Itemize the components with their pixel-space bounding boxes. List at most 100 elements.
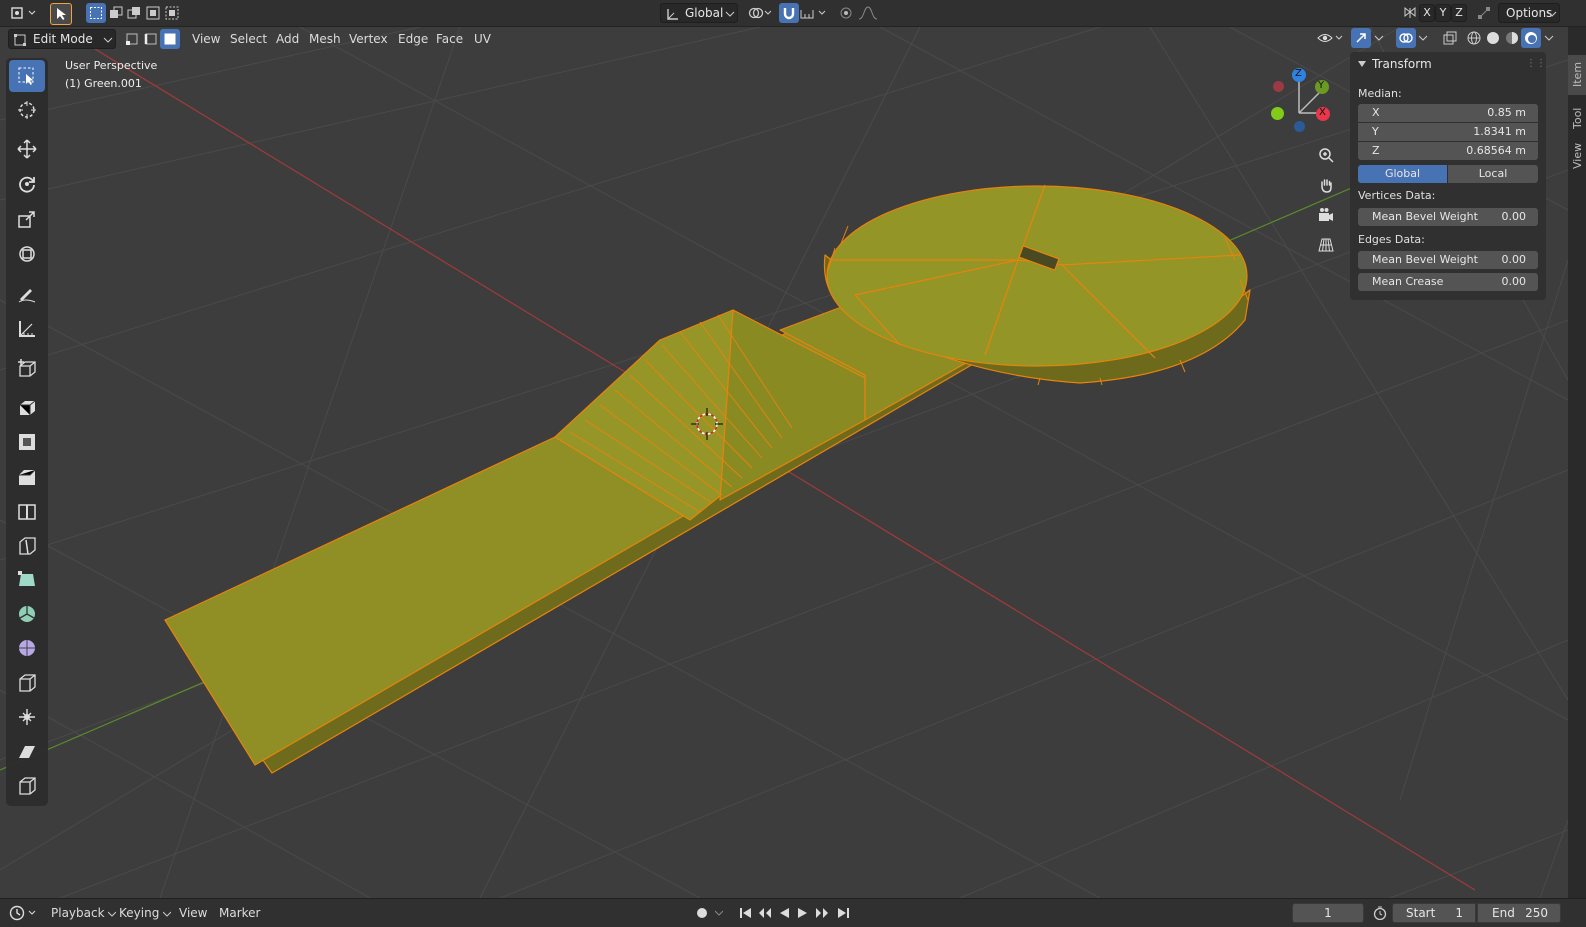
- overlays-dropdown[interactable]: [1416, 28, 1430, 48]
- median-z-field[interactable]: Z 0.68564 m: [1358, 142, 1538, 160]
- jump-to-end-button[interactable]: [833, 903, 853, 923]
- drag-handle-icon[interactable]: ⋮⋮: [1526, 58, 1546, 69]
- select-mode-subtract-button[interactable]: [124, 3, 144, 23]
- menu-face[interactable]: Face: [430, 29, 469, 49]
- global-toggle-button[interactable]: Global: [1358, 165, 1447, 183]
- select-mode-new-button[interactable]: [86, 3, 106, 23]
- shading-solid-button[interactable]: [1483, 28, 1503, 48]
- tool-shrink-fatten[interactable]: [9, 701, 45, 733]
- tool-scale[interactable]: [9, 203, 45, 235]
- tool-extrude[interactable]: [9, 391, 45, 423]
- timeline-editor-type-button[interactable]: [8, 903, 38, 923]
- mirror-y-button[interactable]: Y: [1435, 4, 1451, 22]
- perspective-toggle-button[interactable]: [1313, 232, 1339, 258]
- tool-knife[interactable]: [9, 530, 45, 562]
- keying-set-dropdown[interactable]: [712, 903, 726, 923]
- tool-cursor[interactable]: [9, 94, 45, 126]
- median-x-field[interactable]: X 0.85 m: [1358, 104, 1538, 122]
- tool-smooth[interactable]: [9, 632, 45, 664]
- jump-to-start-button[interactable]: [736, 903, 756, 923]
- auto-merge-button[interactable]: [1474, 3, 1494, 23]
- pivot-point-dropdown[interactable]: [746, 3, 774, 23]
- median-y-field[interactable]: Y 1.8341 m: [1358, 123, 1538, 141]
- auto-keying-button[interactable]: [692, 903, 712, 923]
- tool-spin[interactable]: [9, 598, 45, 630]
- xray-toggle-button[interactable]: [1440, 28, 1460, 48]
- menu-select[interactable]: Select: [224, 29, 273, 49]
- tool-move[interactable]: [9, 133, 45, 165]
- mirror-z-button[interactable]: Z: [1451, 4, 1467, 22]
- gizmo-neg-y-axis[interactable]: [1271, 107, 1284, 120]
- tool-poly-build[interactable]: [9, 564, 45, 596]
- snap-target-dropdown[interactable]: [798, 3, 828, 23]
- tool-transform[interactable]: [9, 238, 45, 270]
- gizmo-dropdown[interactable]: [1372, 28, 1386, 48]
- play-button[interactable]: [793, 903, 813, 923]
- snap-toggle-button[interactable]: [779, 3, 799, 23]
- select-tool-button[interactable]: [50, 3, 72, 25]
- tab-tool[interactable]: Tool: [1568, 99, 1586, 135]
- tool-rip-region[interactable]: [9, 770, 45, 802]
- transform-panel-header[interactable]: Transform: [1358, 57, 1432, 71]
- mirror-x-button[interactable]: X: [1419, 4, 1435, 22]
- edge-select-mode-button[interactable]: [141, 29, 161, 49]
- gizmo-toggle-button[interactable]: [1351, 28, 1371, 48]
- visibility-dropdown[interactable]: [1316, 28, 1344, 48]
- camera-view-button[interactable]: [1313, 202, 1339, 228]
- jump-next-keyframe-button[interactable]: [812, 903, 832, 923]
- tab-item[interactable]: Item: [1568, 55, 1586, 95]
- tool-measure[interactable]: [9, 313, 45, 345]
- timeline-menu-view[interactable]: View: [173, 903, 213, 923]
- menu-mesh[interactable]: Mesh: [303, 29, 347, 49]
- menu-view[interactable]: View: [186, 29, 226, 49]
- editor-type-button[interactable]: [8, 3, 38, 23]
- select-mode-extend-button[interactable]: [106, 3, 126, 23]
- transform-orientation-dropdown[interactable]: Global: [660, 3, 738, 23]
- select-mode-invert-button[interactable]: [143, 3, 163, 23]
- select-mode-intersect-button[interactable]: [162, 3, 182, 23]
- gizmo-neg-x-axis[interactable]: [1273, 81, 1284, 92]
- shading-material-button[interactable]: [1502, 28, 1522, 48]
- gizmo-z-axis[interactable]: Z: [1292, 68, 1306, 82]
- tool-annotate[interactable]: [9, 278, 45, 310]
- mean-crease-field[interactable]: Mean Crease 0.00: [1358, 273, 1538, 291]
- mirror-toggle-button[interactable]: [1400, 3, 1420, 23]
- menu-uv[interactable]: UV: [468, 29, 497, 49]
- menu-add[interactable]: Add: [270, 29, 305, 49]
- 3d-viewport[interactable]: User Perspective (1) Green.001 Z Y X Edi…: [0, 27, 1568, 898]
- menu-vertex[interactable]: Vertex: [343, 29, 394, 49]
- zoom-button[interactable]: [1313, 142, 1339, 168]
- shading-rendered-button[interactable]: [1521, 28, 1541, 48]
- proportional-falloff-dropdown[interactable]: [857, 3, 885, 23]
- edge-bevel-weight-field[interactable]: Mean Bevel Weight 0.00: [1358, 251, 1538, 269]
- tool-bevel[interactable]: [9, 461, 45, 493]
- tool-loop-cut[interactable]: [9, 496, 45, 528]
- gizmo-x-axis[interactable]: X: [1316, 107, 1330, 121]
- gizmo-y-axis[interactable]: Y: [1315, 80, 1329, 94]
- options-dropdown[interactable]: Options: [1498, 3, 1560, 23]
- end-frame-field[interactable]: End 250: [1477, 903, 1561, 923]
- menu-edge[interactable]: Edge: [392, 29, 434, 49]
- shading-dropdown[interactable]: [1542, 28, 1556, 48]
- tool-inset[interactable]: [9, 426, 45, 458]
- timeline-menu-keying[interactable]: Keying: [113, 903, 177, 923]
- tool-shear[interactable]: [9, 736, 45, 768]
- proportional-edit-button[interactable]: [836, 3, 856, 23]
- tool-add-cube[interactable]: [9, 353, 45, 385]
- current-frame-field[interactable]: 1: [1292, 903, 1364, 923]
- timeline-menu-marker[interactable]: Marker: [213, 903, 266, 923]
- vertex-select-mode-button[interactable]: [122, 29, 142, 49]
- timeline-menu-playback[interactable]: Playback: [45, 903, 122, 923]
- tab-view[interactable]: View: [1568, 139, 1586, 175]
- gizmo-neg-z-axis[interactable]: [1294, 121, 1305, 132]
- face-select-mode-button[interactable]: [160, 29, 180, 49]
- start-frame-field[interactable]: Start 1: [1392, 903, 1476, 923]
- preview-range-button[interactable]: [1370, 903, 1390, 923]
- tool-rotate[interactable]: [9, 168, 45, 200]
- pan-button[interactable]: [1313, 172, 1339, 198]
- play-reverse-button[interactable]: [774, 903, 794, 923]
- shading-wireframe-button[interactable]: [1464, 28, 1484, 48]
- tool-edge-slide[interactable]: [9, 667, 45, 699]
- mode-dropdown[interactable]: Edit Mode: [8, 29, 116, 49]
- vertex-bevel-weight-field[interactable]: Mean Bevel Weight 0.00: [1358, 208, 1538, 226]
